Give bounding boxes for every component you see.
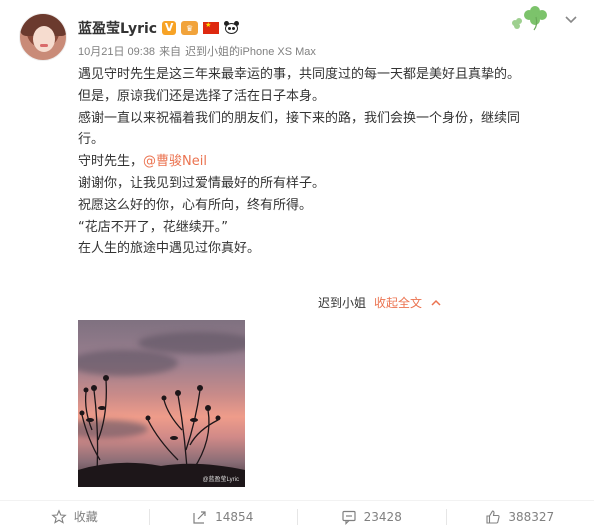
comment-count: 23428 [363, 509, 402, 524]
panda-icon[interactable] [224, 21, 240, 35]
content-line: 但是，原谅我们还是选择了活在日子本身。 [78, 88, 326, 104]
post-timestamp[interactable]: 10月21日 09:38 [78, 43, 155, 59]
name-row: 蓝盈莹Lyric V ♛ [78, 17, 240, 39]
flower-silhouette [78, 375, 245, 487]
post-meta: 10月21日 09:38 来自 迟到小姐的iPhone XS Max [78, 43, 316, 59]
weibo-post-card: 蓝盈莹Lyric V ♛ 10月21日 09:38 来自 迟到小姐的iPhone… [0, 0, 594, 532]
star-icon [51, 508, 67, 524]
china-flag-icon[interactable] [203, 22, 220, 34]
content-line: 谢谢你，让我见到过爱情最好的所有样子。 [78, 175, 326, 191]
chevron-up-icon[interactable] [430, 297, 442, 309]
expand-author[interactable]: 迟到小姐 [318, 294, 366, 311]
content-line-with-mention: 守时先生，@曹骏Neil [78, 151, 578, 173]
post-source[interactable]: 迟到小姐的iPhone XS Max [185, 43, 316, 59]
image-watermark: @蓝盈莹Lyric [202, 477, 239, 483]
content-line: “花店不开了，花继续开。” [78, 219, 228, 235]
repost-count: 14854 [215, 509, 254, 524]
action-bar: 收藏 14854 23428 388327 [0, 500, 594, 532]
collapse-fulltext-button[interactable]: 收起全文 [374, 294, 422, 311]
mention-link[interactable]: @曹骏Neil [143, 154, 207, 169]
source-prefix: 来自 [159, 46, 182, 58]
content-line: 遇见守时先生是这三年来最幸运的事，共同度过的每一天都是美好且真挚的。 [78, 67, 521, 82]
expand-row: 迟到小姐 收起全文 [318, 294, 442, 311]
content-line: 行。 [78, 132, 105, 148]
comment-icon [342, 510, 356, 525]
post-content: 遇见守时先生是这三年来最幸运的事，共同度过的每一天都是美好且真挚的。 但是，原谅… [78, 64, 578, 260]
verified-v-icon[interactable]: V [162, 21, 177, 35]
like-count: 388327 [508, 509, 555, 524]
repost-button[interactable]: 14854 [148, 501, 298, 532]
favorite-label: 收藏 [73, 510, 98, 524]
thumbs-up-icon [486, 509, 500, 524]
avatar-face [33, 26, 55, 52]
repost-icon [193, 510, 206, 524]
avatar[interactable] [19, 13, 67, 61]
like-button[interactable]: 388327 [445, 501, 594, 532]
avatar-lips [40, 44, 48, 47]
content-line: 感谢一直以来祝福着我们的朋友们，接下来的路，我们会换一个身份，继续同 [78, 110, 521, 126]
vip-crown-icon[interactable]: ♛ [181, 21, 199, 35]
post-image[interactable]: @蓝盈莹Lyric [78, 320, 245, 487]
username-link[interactable]: 蓝盈莹Lyric [78, 18, 157, 38]
content-text: 守时先生， [78, 154, 144, 170]
chevron-down-icon[interactable] [564, 12, 578, 26]
comment-button[interactable]: 23428 [297, 501, 446, 532]
content-line: 祝愿这么好的你，心有所向，终有所得。 [78, 197, 313, 213]
favorite-button[interactable]: 收藏 [0, 501, 149, 532]
content-line: 在人生的旅途中遇见过你真好。 [78, 241, 261, 257]
clover-decoration-icon [512, 6, 547, 31]
